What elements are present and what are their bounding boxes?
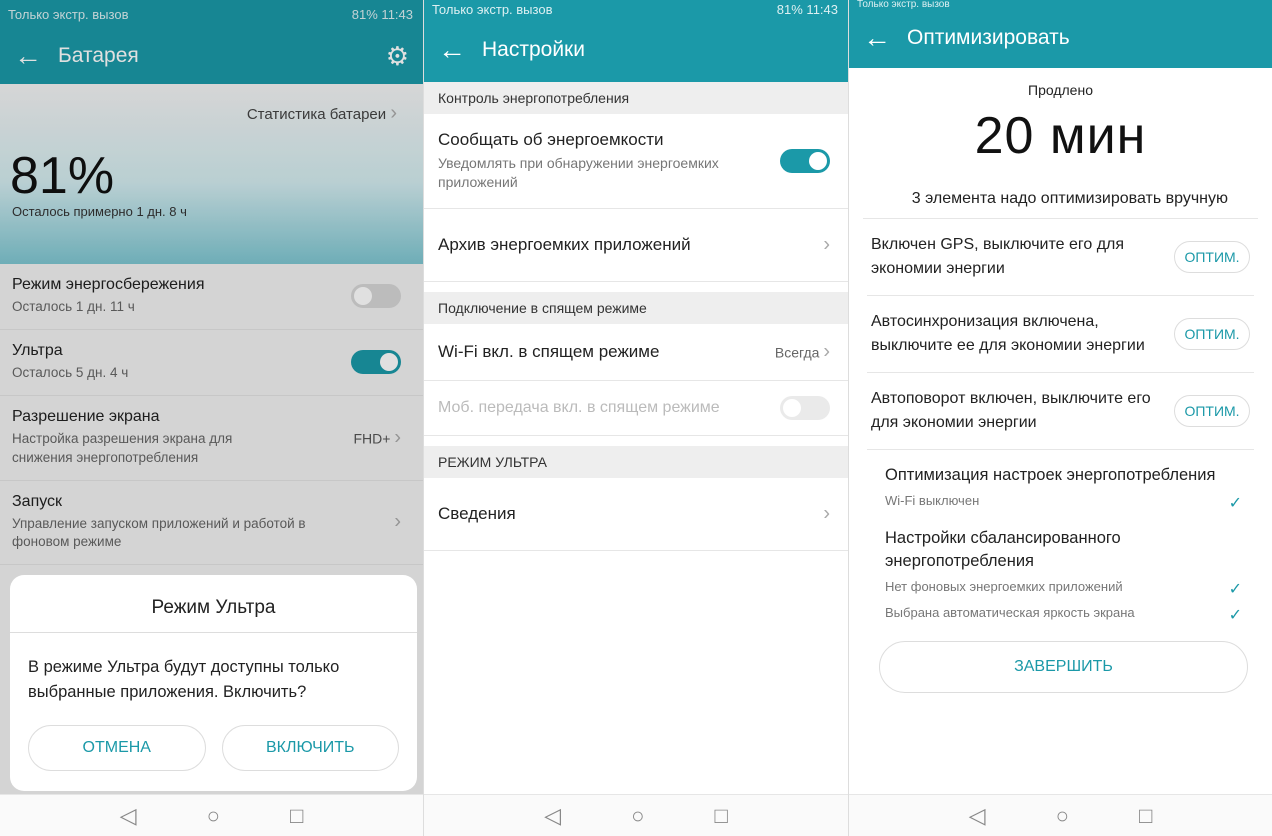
home-nav-icon[interactable]: ○: [631, 803, 644, 829]
dialog-title: Режим Ультра: [10, 575, 417, 633]
cancel-button[interactable]: ОТМЕНА: [28, 725, 206, 771]
back-nav-icon[interactable]: ◁: [969, 803, 986, 829]
wifi-sleep-row[interactable]: Wi-Fi вкл. в спящем режиме Всегда ›: [424, 324, 848, 381]
notify-toggle[interactable]: [780, 148, 830, 173]
notify-sub: Уведомлять при обнаружении энергоемких п…: [438, 155, 719, 190]
optimize-screen: Только экстр. вызов ← Оптимизировать Про…: [848, 0, 1272, 836]
wifi-sleep-value: Всегда: [774, 344, 820, 361]
autorotate-item: Автоповорот включен, выключите его для э…: [867, 373, 1254, 450]
extended-value: 20 мин: [974, 107, 1147, 165]
done-group-power: Оптимизация настроек энергопотребления W…: [849, 450, 1272, 513]
recents-nav-icon[interactable]: □: [1139, 803, 1152, 829]
manual-header: 3 элемента надо оптимизировать вручную: [863, 166, 1258, 219]
home-nav-icon[interactable]: ○: [1056, 803, 1069, 829]
enable-button[interactable]: ВКЛЮЧИТЬ: [221, 725, 399, 771]
mobile-sleep-title: Моб. передача вкл. в спящем режиме: [438, 398, 720, 416]
recents-nav-icon[interactable]: □: [714, 803, 727, 829]
mobile-sleep-row: Моб. передача вкл. в спящем режиме: [424, 381, 848, 437]
dialog-message: В режиме Ультра будут доступны только вы…: [28, 658, 340, 701]
nav-bar: ◁ ○ □: [849, 794, 1272, 836]
battery-screen: Только экстр. вызов 81% 11:43 ← Батарея …: [0, 0, 423, 836]
check-icon: ✓: [1228, 495, 1242, 513]
info-title: Сведения: [438, 504, 516, 524]
finish-button[interactable]: ЗАВЕРШИТЬ: [879, 641, 1248, 694]
autosync-item: Автосинхронизация включена, выключите ее…: [867, 296, 1254, 373]
back-arrow-icon[interactable]: ←: [438, 34, 482, 66]
section-power-control: Контроль энергопотребления: [424, 82, 848, 114]
mobile-sleep-toggle: [780, 395, 830, 420]
section-sleep-connection: Подключение в спящем режиме: [424, 291, 848, 324]
chevron-right-icon: ›: [823, 233, 830, 256]
nav-bar: ◁ ○ □: [424, 794, 848, 836]
ultra-dialog: Режим Ультра В режиме Ультра будут досту…: [10, 575, 417, 791]
done-group-balanced: Настройки сбалансированного энергопотреб…: [849, 513, 1272, 625]
home-nav-icon[interactable]: ○: [207, 803, 220, 829]
done-line: Wi-Fi выключен: [885, 493, 980, 509]
done-line: Выбрана автоматическая яркость экрана: [885, 605, 1135, 621]
status-left: Только экстр. вызов: [432, 1, 553, 17]
page-title: Настройки: [482, 38, 585, 61]
status-bar: Только экстр. вызов 81% 11:43: [424, 0, 848, 18]
optimize-autosync-button[interactable]: ОПТИМ.: [1174, 318, 1250, 350]
status-left: Только экстр. вызов: [857, 0, 950, 10]
extended-label: Продлено: [1028, 82, 1093, 98]
notify-title: Сообщать об энергоемкости: [438, 130, 664, 149]
nav-bar: ◁ ○ □: [0, 794, 423, 836]
settings-screen: Только экстр. вызов 81% 11:43 ← Настройк…: [423, 0, 848, 836]
done-line: Нет фоновых энергоемких приложений: [885, 579, 1123, 595]
check-icon: ✓: [1228, 581, 1242, 599]
status-bar: Только экстр. вызов: [849, 0, 1272, 10]
autorotate-text: Автоповорот включен, выключите его для э…: [871, 390, 1151, 431]
archive-row[interactable]: Архив энергоемких приложений ›: [424, 209, 848, 282]
gps-item: Включен GPS, выключите его для экономии …: [867, 219, 1254, 296]
back-arrow-icon[interactable]: ←: [863, 22, 907, 54]
optimize-autorotate-button[interactable]: ОПТИМ.: [1174, 395, 1250, 427]
done-title: Настройки сбалансированного энергопотреб…: [885, 529, 1121, 571]
optimize-gps-button[interactable]: ОПТИМ.: [1174, 241, 1250, 273]
section-ultra: РЕЖИМ УЛЬТРА: [424, 446, 848, 479]
autosync-text: Автосинхронизация включена, выключите ее…: [871, 313, 1145, 354]
back-nav-icon[interactable]: ◁: [120, 803, 137, 829]
app-bar: ← Настройки: [424, 18, 848, 82]
check-icon: ✓: [1228, 607, 1242, 625]
header-bar: Только экстр. вызов 81% 11:43 ← Настройк…: [424, 0, 848, 82]
gps-text: Включен GPS, выключите его для экономии …: [871, 236, 1125, 277]
notify-row[interactable]: Сообщать об энергоемкости Уведомлять при…: [424, 114, 848, 209]
back-nav-icon[interactable]: ◁: [544, 803, 561, 829]
page-title: Оптимизировать: [907, 26, 1070, 49]
header-bar: Только экстр. вызов ← Оптимизировать: [849, 0, 1272, 68]
chevron-right-icon: ›: [823, 340, 830, 363]
info-row[interactable]: Сведения ›: [424, 478, 848, 552]
archive-title: Архив энергоемких приложений: [438, 234, 691, 254]
chevron-right-icon: ›: [823, 502, 830, 525]
recents-nav-icon[interactable]: □: [290, 803, 303, 829]
done-title: Оптимизация настроек энергопотребления: [885, 466, 1216, 484]
app-bar: ← Оптимизировать: [849, 8, 1272, 68]
status-right: 81% 11:43: [776, 1, 838, 17]
